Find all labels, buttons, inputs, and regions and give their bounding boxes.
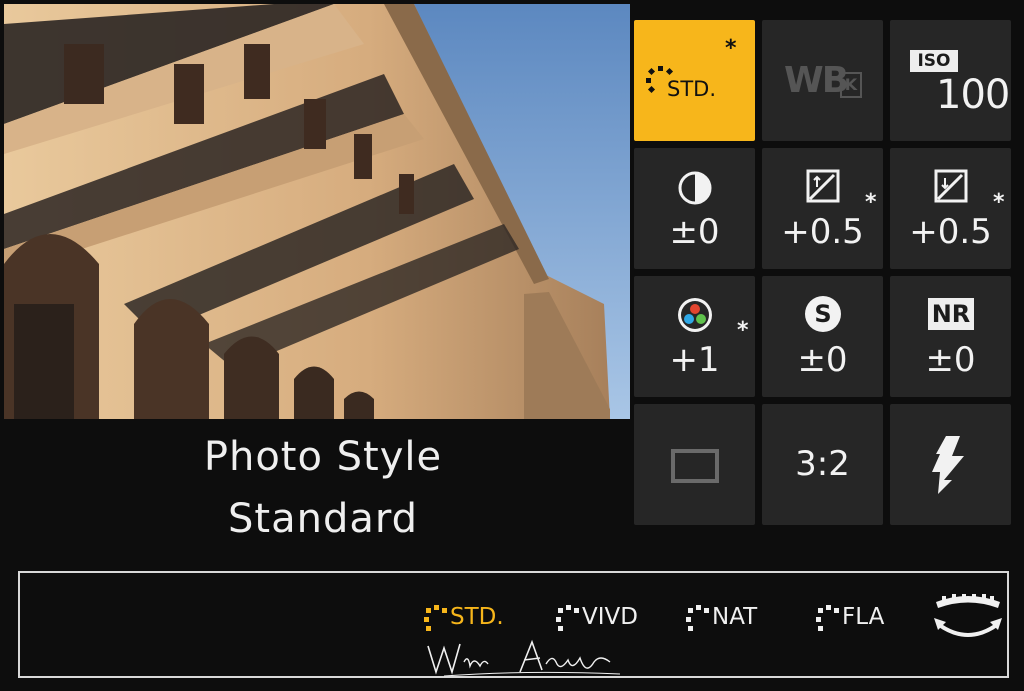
flash-tile[interactable] bbox=[890, 404, 1011, 525]
noise-reduction-tile[interactable]: NR ±0 bbox=[890, 276, 1011, 397]
noise-reduction-icon: NR bbox=[928, 298, 974, 330]
sharpness-icon: S bbox=[805, 296, 841, 332]
highlight-curve-icon bbox=[806, 169, 840, 203]
aspect-ratio-value: 3:2 bbox=[795, 444, 850, 484]
white-balance-kelvin-badge: K bbox=[840, 72, 862, 98]
style-option-label: NAT bbox=[712, 604, 758, 630]
highlight-value: +0.5 bbox=[781, 212, 864, 252]
style-option-label: STD. bbox=[450, 604, 504, 630]
highlight-tile[interactable]: +0.5 * bbox=[762, 148, 883, 269]
sharpness-tile[interactable]: S ±0 bbox=[762, 276, 883, 397]
style-option-label: VIVD bbox=[582, 604, 638, 630]
modified-marker: * bbox=[725, 36, 737, 61]
contrast-value: ±0 bbox=[669, 212, 720, 252]
style-std-icon bbox=[424, 605, 447, 631]
modified-marker: * bbox=[737, 318, 749, 343]
saturation-icon bbox=[678, 298, 712, 332]
dial-icon[interactable] bbox=[932, 594, 1004, 648]
photo-style-label: STD. bbox=[667, 77, 717, 101]
saturation-tile[interactable]: +1 * bbox=[634, 276, 755, 397]
setting-value: Standard bbox=[228, 496, 418, 542]
flash-icon bbox=[932, 436, 964, 494]
contrast-tile[interactable]: ±0 bbox=[634, 148, 755, 269]
frame-icon bbox=[671, 449, 719, 483]
saturation-value: +1 bbox=[669, 340, 720, 380]
style-option-label: FLA bbox=[842, 604, 885, 630]
modified-marker: * bbox=[993, 190, 1005, 215]
aspect-ratio-tile[interactable]: 3:2 bbox=[762, 404, 883, 525]
modified-marker: * bbox=[865, 190, 877, 215]
style-natural-icon bbox=[686, 605, 709, 631]
style-vivid-icon bbox=[556, 605, 579, 631]
contrast-icon bbox=[678, 171, 712, 205]
shadow-curve-icon bbox=[934, 169, 968, 203]
iso-value: 100 bbox=[936, 72, 1010, 118]
white-balance-tile[interactable]: WB K bbox=[762, 20, 883, 141]
shadow-tile[interactable]: +0.5 * bbox=[890, 148, 1011, 269]
iso-label: ISO bbox=[910, 50, 958, 72]
style-flat-icon bbox=[816, 605, 839, 631]
noise-reduction-value: ±0 bbox=[925, 340, 976, 380]
shadow-value: +0.5 bbox=[909, 212, 992, 252]
live-preview-image bbox=[4, 4, 630, 419]
frame-setting-tile[interactable] bbox=[634, 404, 755, 525]
photographer-watermark bbox=[427, 639, 621, 677]
setting-name: Photo Style bbox=[203, 434, 443, 480]
iso-tile[interactable]: ISO 100 bbox=[890, 20, 1011, 141]
white-balance-label: WB bbox=[784, 60, 849, 101]
photo-style-tile[interactable]: STD. * bbox=[634, 20, 755, 141]
sharpness-value: ±0 bbox=[797, 340, 848, 380]
